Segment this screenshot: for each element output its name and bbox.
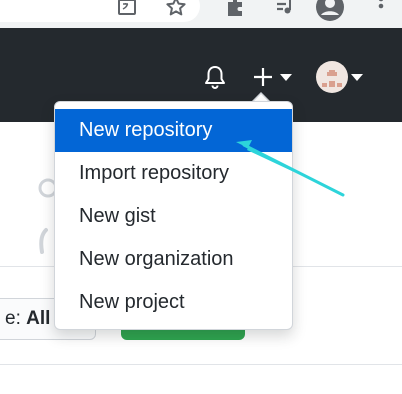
kebab-menu-icon[interactable]	[368, 0, 394, 20]
profile-icon[interactable]	[315, 0, 345, 22]
avatar[interactable]	[316, 61, 348, 93]
menu-item-import-repository[interactable]: Import repository	[55, 152, 292, 195]
page: e: All New repository Import repository …	[0, 0, 402, 394]
media-icon[interactable]	[272, 0, 298, 20]
plus-icon[interactable]	[252, 66, 274, 88]
caret-down-icon[interactable]	[350, 72, 364, 82]
menu-item-new-organization[interactable]: New organization	[55, 238, 292, 281]
create-new-dropdown: New repository Import repository New gis…	[54, 101, 293, 330]
menu-item-new-gist[interactable]: New gist	[55, 195, 292, 238]
menu-item-new-repository[interactable]: New repository	[55, 109, 292, 152]
translate-icon[interactable]	[114, 0, 140, 20]
extensions-icon[interactable]	[222, 0, 248, 20]
menu-item-new-project[interactable]: New project	[55, 281, 292, 324]
filter-value: All	[26, 308, 51, 329]
divider	[0, 364, 402, 365]
caret-down-icon[interactable]	[279, 72, 293, 82]
filter-label: e:	[5, 308, 21, 329]
notification-bell-icon[interactable]	[203, 64, 227, 90]
browser-toolbar	[0, 0, 402, 28]
bookmark-star-icon[interactable]	[163, 0, 189, 20]
